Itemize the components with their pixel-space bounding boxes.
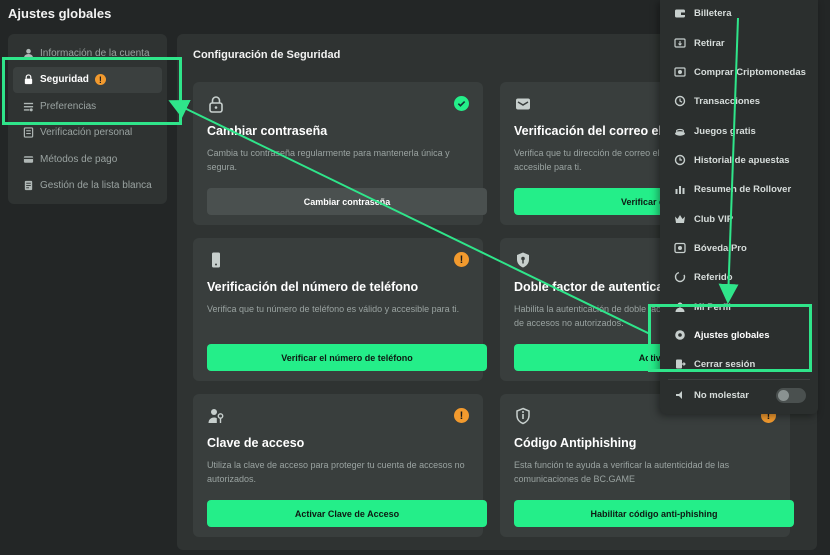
menu-item-label: No molestar [694,389,749,401]
id-card-icon [23,127,34,138]
card-description: Esta función te ayuda a verificar la aut… [514,460,730,484]
menu-item-label: Transacciones [694,95,761,107]
history-icon [674,154,686,166]
menu-item-label: Billetera [694,7,732,19]
warning-icon: ! [454,252,469,267]
menu-item-transactions[interactable]: Transacciones [660,89,818,113]
card-title: Verificación del número de teléfono [207,280,419,294]
card-title: Cambiar contraseña [207,124,328,138]
gift-icon [675,128,685,136]
sidebar-item-security[interactable]: Seguridad ! [13,66,162,93]
shield-key-icon [517,252,529,268]
sidebar-item-whitelist[interactable]: Gestión de la lista blanca [13,173,162,200]
menu-item-label: Bóveda Pro [694,242,747,254]
menu-item-rollover-summary[interactable]: Resumen de Rollover [660,177,818,201]
shield-info-icon [516,407,530,425]
menu-item-wallet[interactable]: Billetera [660,1,818,25]
user-key-icon [208,409,224,423]
lock-icon [24,74,33,85]
credit-card-icon [23,156,34,163]
card-change-password: Cambiar contraseña Cambia tu contraseña … [193,82,487,225]
sidebar-item-label: Preferencias [40,100,97,112]
menu-item-label: Referido [694,271,733,283]
menu-item-vault-pro[interactable]: Bóveda Pro [660,236,818,260]
sidebar-item-label: Gestión de la lista blanca [40,180,152,192]
enable-antiphishing-button[interactable]: Habilitar código anti-phishing [514,500,794,527]
verify-phone-button[interactable]: Verificar el número de teléfono [207,344,487,371]
settings-sidebar: Información de la cuenta Seguridad ! Pre… [8,34,167,204]
sidebar-item-label: Métodos de pago [40,153,118,165]
warning-badge: ! [94,74,106,86]
do-not-disturb-toggle[interactable] [776,388,806,403]
phone-icon [212,252,220,268]
menu-item-label: Resumen de Rollover [694,183,792,195]
verified-check-icon [454,96,469,111]
menu-divider [668,379,810,380]
withdraw-icon [674,38,686,48]
sidebar-item-label: Verificación personal [40,127,133,139]
page-title: Ajustes globales [8,6,112,21]
activate-passkey-button[interactable]: Activar Clave de Acceso [207,500,487,527]
card-description: Utiliza la clave de acceso para proteger… [207,460,465,484]
bar-chart-icon [675,186,685,194]
menu-item-label: Mi Perfil [694,301,731,313]
profile-icon [675,302,685,312]
transactions-icon [674,95,686,107]
menu-item-label: Club VIP [694,213,734,225]
gear-icon [675,330,685,340]
menu-item-label: Comprar Criptomonedas [694,66,806,78]
menu-item-withdraw[interactable]: Retirar [660,31,818,55]
menu-item-label: Retirar [694,37,725,49]
document-icon [24,181,33,191]
menu-item-referral[interactable]: Referido [660,265,818,289]
card-description: Verifica que tu número de teléfono es vá… [207,304,460,314]
menu-item-buy-crypto[interactable]: Comprar Criptomonedas [660,60,818,84]
card-title: Código Antiphishing [514,436,637,450]
vault-icon [674,242,686,254]
menu-item-label: Cerrar sesión [694,358,756,370]
section-title: Configuración de Seguridad [193,49,341,61]
warning-icon: ! [454,408,469,423]
mail-icon [516,98,530,110]
sidebar-item-personal-verification[interactable]: Verificación personal [13,120,162,147]
referral-icon [674,271,686,283]
lock-icon [209,96,223,113]
buy-crypto-icon [674,67,686,77]
card-passkey: ! Clave de acceso Utiliza la clave de ac… [193,394,487,537]
sidebar-item-label: Seguridad [40,74,89,86]
sidebar-item-payment-methods[interactable]: Métodos de pago [13,146,162,173]
sidebar-item-account-info[interactable]: Información de la cuenta [13,40,162,67]
user-dropdown-menu: Billetera Retirar Comprar Criptomonedas … [660,0,818,414]
card-description: Cambia tu contraseña regularmente para m… [207,148,450,172]
card-phone-verification: ! Verificación del número de teléfono Ve… [193,238,487,381]
wallet-icon [675,9,685,18]
user-icon [23,48,34,58]
menu-item-bet-history[interactable]: Historial de apuestas [660,148,818,172]
menu-item-label: Juegos gratis [694,125,756,137]
sliders-icon [23,102,34,112]
card-antiphishing: ! Código Antiphishing Esta función te ay… [500,394,794,537]
card-title: Clave de acceso [207,436,305,450]
sidebar-item-label: Información de la cuenta [40,47,150,59]
menu-item-label: Historial de apuestas [694,154,790,166]
menu-item-vip-club[interactable]: Club VIP [660,207,818,231]
menu-item-logout[interactable]: Cerrar sesión [660,352,818,376]
menu-item-global-settings[interactable]: Ajustes globales [660,323,818,347]
crown-icon [675,215,685,223]
logout-icon [676,359,686,369]
menu-item-label: Ajustes globales [694,329,770,341]
sidebar-item-preferences[interactable]: Preferencias [13,93,162,120]
menu-item-my-profile[interactable]: Mi Perfil [660,295,818,319]
moon-icon [676,391,682,399]
menu-item-free-games[interactable]: Juegos gratis [660,119,818,143]
toggle-knob [778,390,789,401]
change-password-button[interactable]: Cambiar contraseña [207,188,487,215]
